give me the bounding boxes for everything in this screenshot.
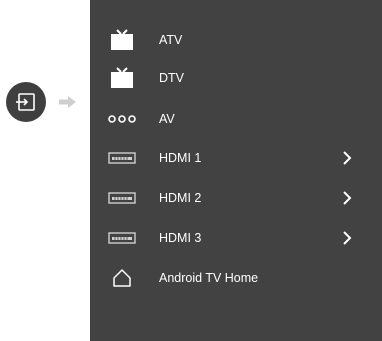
menu-item-label: HDMI 3 [159,231,202,245]
menu-item-label: ATV [159,33,183,47]
menu-item-label: HDMI 2 [159,191,202,205]
tv-icon [106,60,138,96]
menu-item-dtv[interactable]: DTV [90,60,382,96]
menu-item-hdmi-2[interactable]: HDMI 2 [90,180,382,216]
hdmi-port-icon [106,220,138,256]
menu-item-label: AV [159,112,175,126]
menu-item-label: DTV [159,71,184,85]
hdmi-port-icon [106,180,138,216]
menu-item-android-tv-home[interactable]: Android TV Home [90,260,382,296]
hdmi-port-icon [106,140,138,176]
tv-icon [106,22,138,58]
chevron-right-icon [343,231,352,245]
menu-item-av[interactable]: AV [90,101,382,137]
right-arrow-icon [59,96,76,108]
chevron-right-icon [343,191,352,205]
menu-item-label: HDMI 1 [159,151,202,165]
input-source-button[interactable] [6,82,46,122]
home-icon [106,260,138,296]
input-source-panel: ATV DTV AV HDMI 1 HDMI 2 HDMI 3 Android … [90,0,382,341]
menu-item-atv[interactable]: ATV [90,22,382,58]
av-dots-icon [106,101,138,137]
menu-item-hdmi-3[interactable]: HDMI 3 [90,220,382,256]
input-source-icon [16,93,35,111]
chevron-right-icon [343,151,352,165]
menu-item-label: Android TV Home [159,271,259,285]
menu-item-hdmi-1[interactable]: HDMI 1 [90,140,382,176]
